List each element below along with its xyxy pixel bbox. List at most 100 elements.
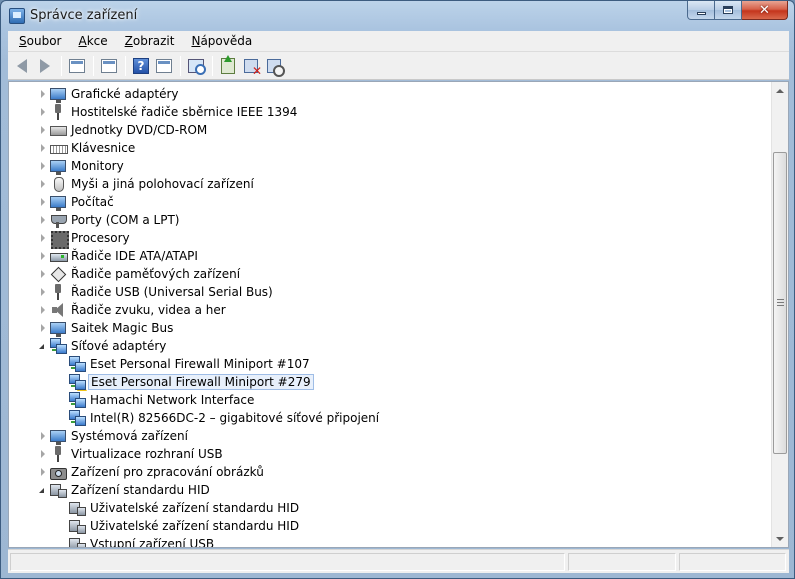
- collapse-arrow-icon[interactable]: [41, 288, 45, 296]
- tree-item[interactable]: Řadiče zvuku, videa a her: [9, 301, 771, 319]
- scroll-up-button[interactable]: [772, 82, 788, 99]
- forward-button[interactable]: [34, 55, 56, 77]
- tree-item[interactable]: Systémová zařízení: [9, 427, 771, 445]
- collapse-arrow-icon[interactable]: [41, 90, 45, 98]
- update-driver-button[interactable]: [217, 54, 239, 77]
- tree-item[interactable]: Síťové adaptéry: [9, 337, 771, 355]
- tree-item[interactable]: Monitory: [9, 157, 771, 175]
- properties-button[interactable]: [98, 55, 120, 77]
- keyboard-device-icon: [50, 140, 68, 156]
- tree-item[interactable]: Počítač: [9, 193, 771, 211]
- status-pane-3: [679, 553, 786, 571]
- status-bar: [8, 549, 789, 573]
- device-tree-panel[interactable]: Grafické adaptéry Hostitelské řadiče sběr…: [8, 81, 789, 548]
- menu-napoveda[interactable]: Nápověda: [182, 34, 260, 48]
- tree-item-label: Síťové adaptéry: [71, 339, 167, 353]
- tree-item[interactable]: Řadiče paměťových zařízení: [9, 265, 771, 283]
- collapse-arrow-icon[interactable]: [41, 162, 45, 170]
- minimize-button[interactable]: [687, 1, 715, 20]
- device-view-button[interactable]: [153, 55, 175, 77]
- display-device-icon: [50, 430, 66, 445]
- scan-hardware-button[interactable]: [185, 55, 207, 77]
- vertical-scrollbar[interactable]: [771, 82, 788, 547]
- properties-icon: [101, 58, 117, 73]
- status-pane-2: [568, 553, 676, 571]
- uninstall-icon: [244, 58, 262, 78]
- show-hide-tree-button[interactable]: [66, 55, 88, 77]
- tree-item[interactable]: Eset Personal Firewall Miniport #279: [9, 373, 771, 391]
- status-pane-main: [10, 553, 565, 571]
- device-manager-window: Správce zařízení ✕ Soubor Akce Zobrazit …: [0, 0, 795, 579]
- tree-item-label: Zařízení standardu HID: [71, 483, 210, 497]
- menu-soubor[interactable]: Soubor: [10, 34, 69, 48]
- device-view-icon: [156, 58, 172, 73]
- tree-item[interactable]: Intel(R) 82566DC-2 – gigabitové síťové p…: [9, 409, 771, 427]
- plug-device-icon: [50, 446, 66, 462]
- collapse-arrow-icon[interactable]: [41, 144, 45, 152]
- collapse-arrow-icon[interactable]: [41, 126, 45, 134]
- tree-item[interactable]: Procesory: [9, 229, 771, 249]
- collapse-arrow-icon[interactable]: [41, 234, 45, 242]
- tree-item[interactable]: Klávesnice: [9, 139, 771, 157]
- display-device-icon: [50, 160, 66, 175]
- menu-akce[interactable]: Akce: [69, 34, 115, 48]
- tree-item-label: Hostitelské řadiče sběrnice IEEE 1394: [71, 105, 298, 119]
- tree-item-label: Myši a jiná polohovací zařízení: [71, 177, 254, 191]
- cpu-device-icon: [50, 230, 69, 249]
- collapse-arrow-icon[interactable]: [41, 216, 45, 224]
- tree-item[interactable]: Grafické adaptéry: [9, 85, 771, 103]
- tree-item[interactable]: Saitek Magic Bus: [9, 319, 771, 337]
- grip-icon: [777, 299, 784, 306]
- tree-item-label: Uživatelské zařízení standardu HID: [90, 519, 300, 533]
- hid-device-icon: [69, 536, 86, 547]
- tree-item[interactable]: Virtualizace rozhraní USB: [9, 445, 771, 463]
- tree-item[interactable]: Zařízení standardu HID: [9, 481, 771, 499]
- tree-item[interactable]: Řadiče USB (Universal Serial Bus): [9, 283, 771, 301]
- back-button[interactable]: [11, 55, 33, 77]
- expand-arrow-icon[interactable]: [39, 488, 44, 493]
- minimize-icon: [696, 11, 706, 15]
- tree-item-label: Intel(R) 82566DC-2 – gigabitové síťové p…: [90, 411, 380, 425]
- collapse-arrow-icon[interactable]: [41, 252, 45, 260]
- tree-item[interactable]: Jednotky DVD/CD-ROM: [9, 121, 771, 139]
- tree-item-label: Jednotky DVD/CD-ROM: [71, 123, 208, 137]
- tree-item[interactable]: Řadiče IDE ATA/ATAPI: [9, 247, 771, 265]
- collapse-arrow-icon[interactable]: [41, 108, 45, 116]
- tree-item[interactable]: Myši a jiná polohovací zařízení: [9, 175, 771, 193]
- net-device-icon: [69, 356, 86, 372]
- tree-item-label: Systémová zařízení: [71, 429, 188, 443]
- title-bar[interactable]: Správce zařízení ✕: [1, 1, 794, 31]
- tree-item[interactable]: Hostitelské řadiče sběrnice IEEE 1394: [9, 103, 771, 121]
- tree-item[interactable]: Hamachi Network Interface: [9, 391, 771, 409]
- scroll-down-button[interactable]: [772, 530, 788, 547]
- collapse-arrow-icon[interactable]: [41, 306, 45, 314]
- collapse-arrow-icon[interactable]: [41, 450, 45, 458]
- maximize-icon: [723, 6, 733, 14]
- tree-item[interactable]: Porty (COM a LPT): [9, 211, 771, 229]
- uninstall-button[interactable]: [240, 55, 262, 78]
- tree-item[interactable]: Zařízení pro zpracování obrázků: [9, 463, 771, 481]
- toolbar-separator: [61, 55, 62, 76]
- net-device-icon: [69, 392, 86, 408]
- menu-zobrazit[interactable]: Zobrazit: [116, 34, 183, 48]
- link-icon: [71, 421, 77, 423]
- tree-item[interactable]: Uživatelské zařízení standardu HID: [9, 517, 771, 535]
- tree-item[interactable]: Eset Personal Firewall Miniport #107: [9, 355, 771, 373]
- maximize-button[interactable]: [715, 1, 742, 20]
- toolbar-separator: [93, 55, 94, 76]
- close-button[interactable]: ✕: [742, 1, 788, 20]
- tree-item[interactable]: Uživatelské zařízení standardu HID: [9, 499, 771, 517]
- collapse-arrow-icon[interactable]: [41, 468, 45, 476]
- collapse-arrow-icon[interactable]: [41, 432, 45, 440]
- tree-item[interactable]: Vstupní zařízení USB: [9, 535, 771, 547]
- back-arrow-icon: [17, 58, 27, 73]
- collapse-arrow-icon[interactable]: [41, 180, 45, 188]
- expand-arrow-icon[interactable]: [39, 344, 44, 349]
- collapse-arrow-icon[interactable]: [41, 270, 45, 278]
- tree-item-label: Počítač: [71, 195, 114, 209]
- help-button[interactable]: ?: [130, 55, 152, 77]
- scroll-thumb[interactable]: [773, 152, 787, 454]
- collapse-arrow-icon[interactable]: [41, 198, 45, 206]
- disable-button[interactable]: [263, 55, 285, 77]
- collapse-arrow-icon[interactable]: [41, 324, 45, 332]
